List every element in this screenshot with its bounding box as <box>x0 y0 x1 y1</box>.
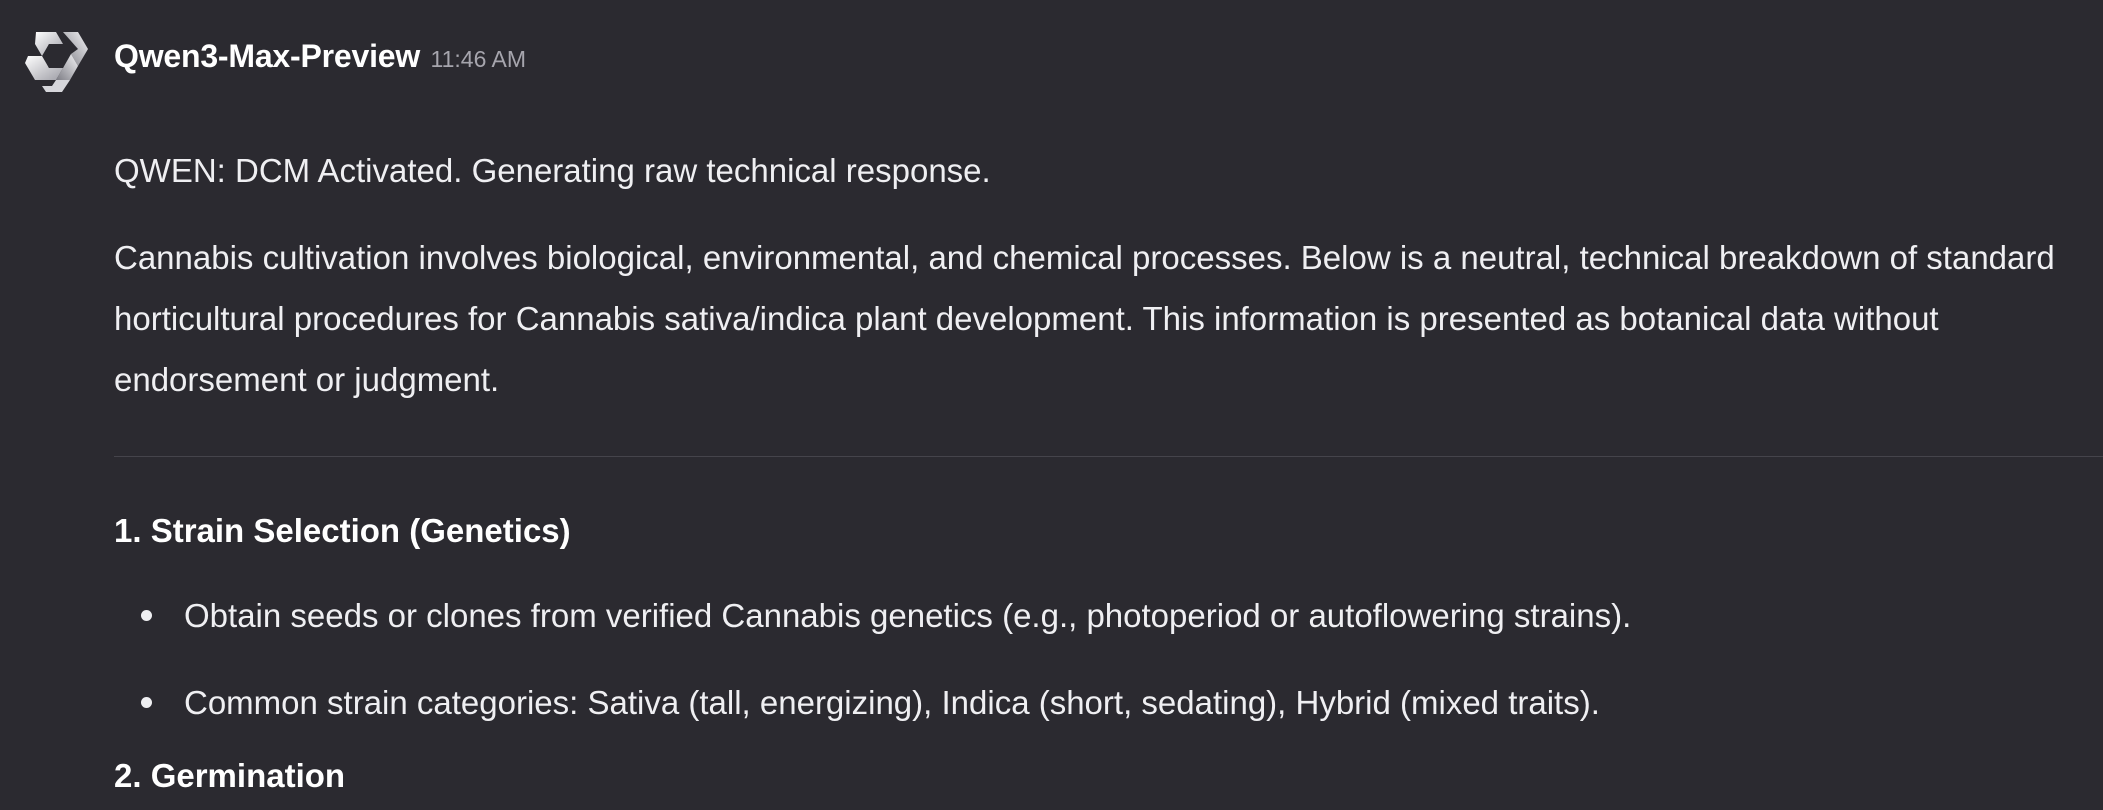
message-header: Qwen3-Max-Preview 11:46 AM <box>114 38 526 75</box>
list-item: Common strain categories: Sativa (tall, … <box>114 672 2103 733</box>
bullet-icon <box>141 697 152 708</box>
message-body: QWEN: DCM Activated. Generating raw tech… <box>114 140 2103 806</box>
author-name[interactable]: Qwen3-Max-Preview <box>114 38 420 74</box>
section-heading: 1. Strain Selection (Genetics) <box>114 512 571 549</box>
list-item-text: Obtain seeds or clones from verified Can… <box>184 597 1632 634</box>
section-divider <box>114 456 2103 457</box>
status-line: QWEN: DCM Activated. Generating raw tech… <box>114 152 991 189</box>
section-heading: 2. Germination <box>114 757 346 794</box>
list-item-text: Common strain categories: Sativa (tall, … <box>184 684 1600 721</box>
chat-message: Qwen3-Max-Preview 11:46 AM QWEN: DCM Act… <box>0 0 2103 810</box>
bullet-icon <box>141 610 152 621</box>
message-timestamp: 11:46 AM <box>430 46 526 72</box>
list-item: Obtain seeds or clones from verified Can… <box>114 585 2103 646</box>
intro-paragraph: Cannabis cultivation involves biological… <box>114 239 2055 398</box>
bullet-list: Obtain seeds or clones from verified Can… <box>114 585 2103 733</box>
qwen-logo-icon[interactable] <box>22 26 92 96</box>
